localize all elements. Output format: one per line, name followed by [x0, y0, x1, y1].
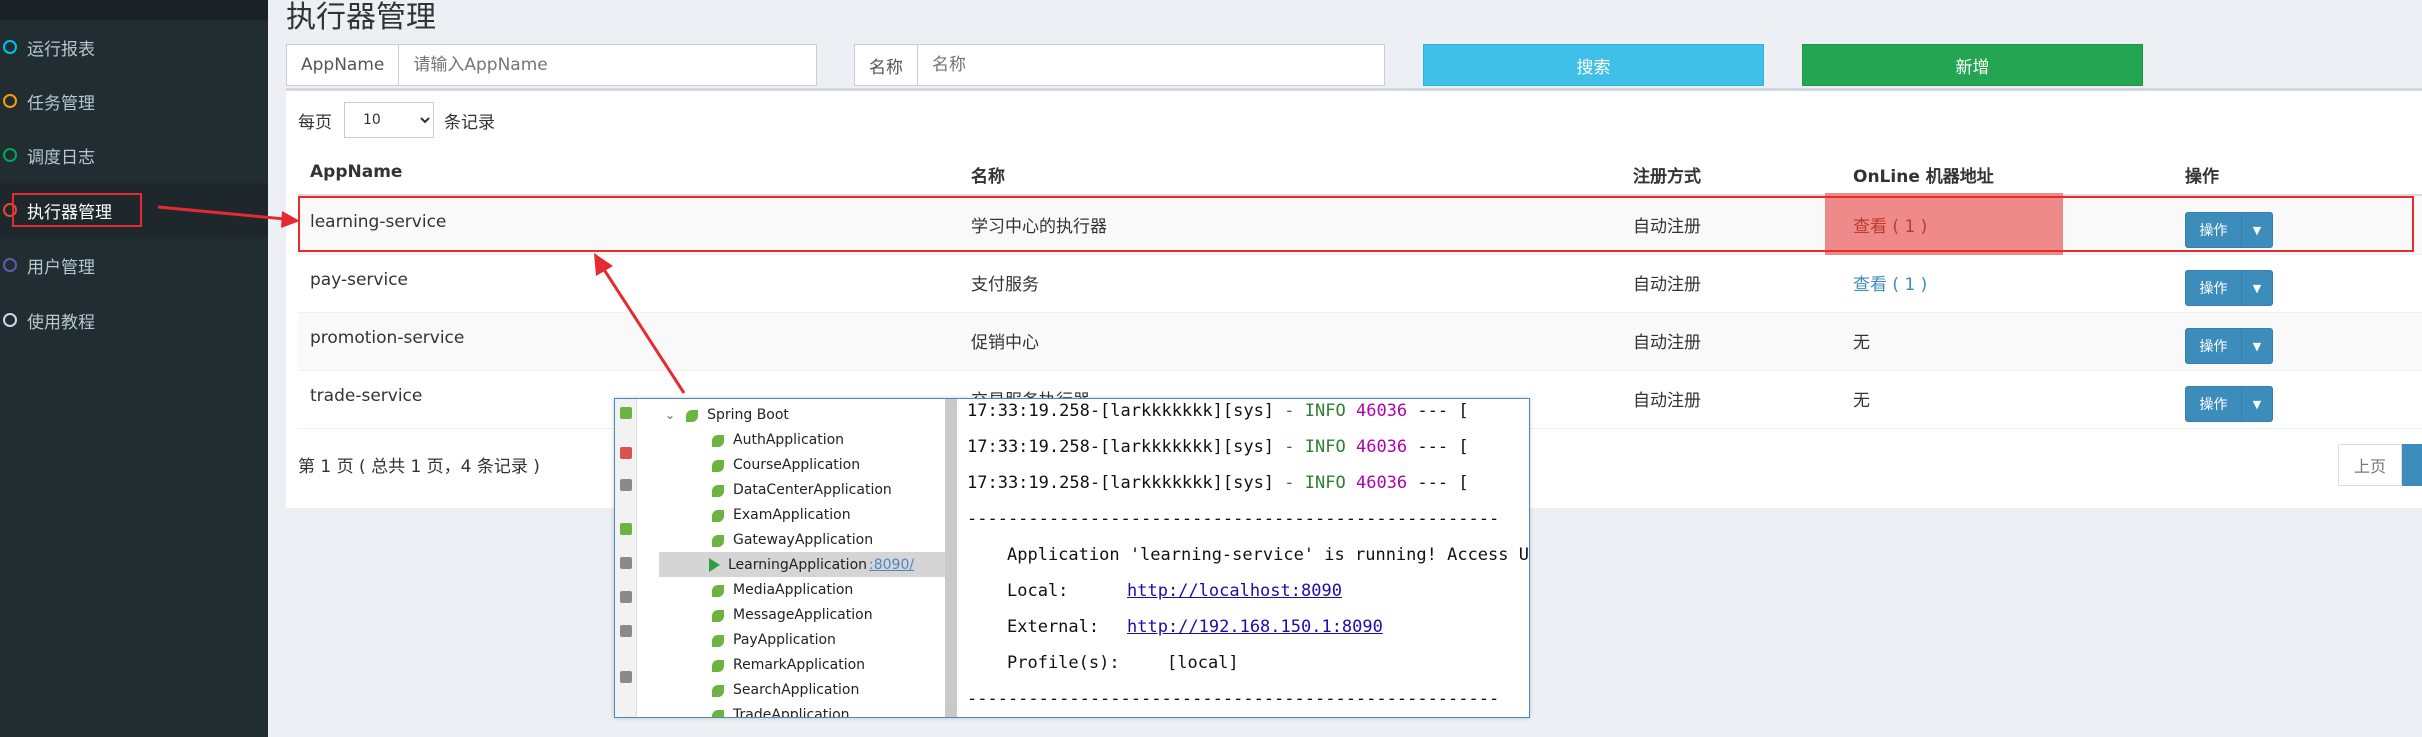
- annotation-arrowhead: [594, 253, 613, 276]
- annotation-arrow-line: [157, 205, 286, 221]
- annotation-arrow-line: [601, 267, 686, 394]
- annotation-arrows: [157, 205, 686, 394]
- annotation-arrowhead: [281, 211, 300, 228]
